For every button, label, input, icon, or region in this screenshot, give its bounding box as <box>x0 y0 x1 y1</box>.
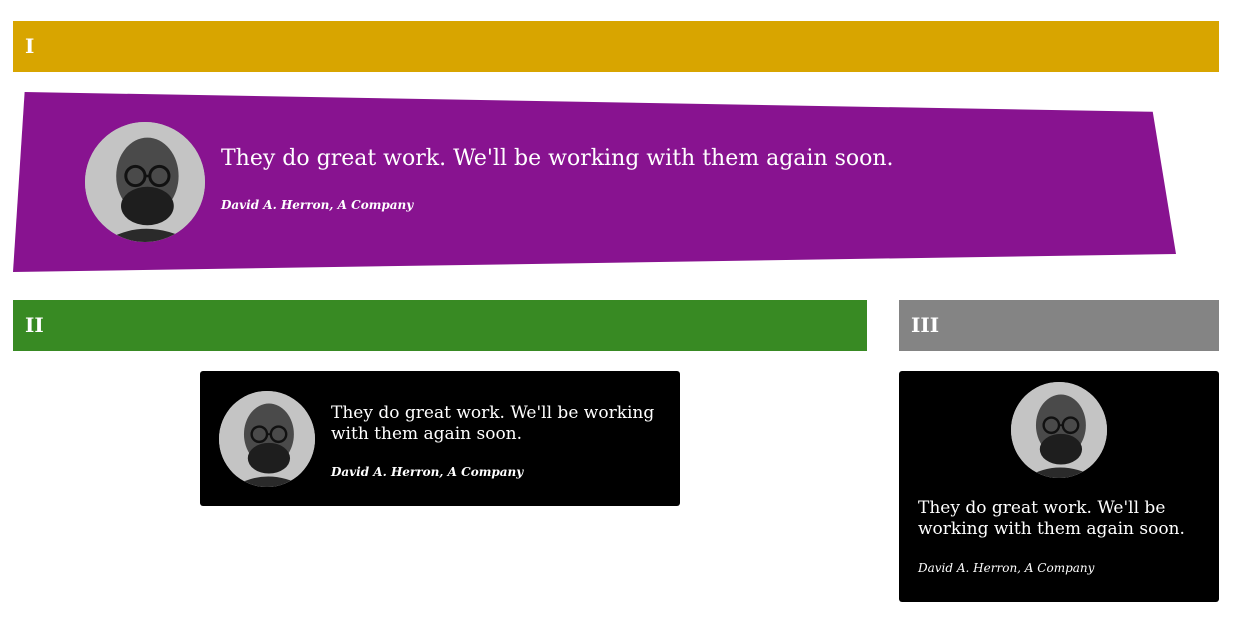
testimonial-author: David A. Herron, A Company <box>918 561 1095 575</box>
section-label-2: II <box>25 313 44 337</box>
section-header-2: II <box>13 300 867 351</box>
person-photo-icon <box>219 391 315 487</box>
avatar <box>1011 382 1107 478</box>
section-label-3: III <box>911 313 940 337</box>
section-header-3: III <box>899 300 1219 351</box>
testimonial-quote: They do great work. We'll be working wit… <box>221 146 894 171</box>
testimonial-author: David A. Herron, A Company <box>331 465 524 479</box>
section-header-1: I <box>13 21 1219 72</box>
testimonial-quote: They do great work. We'll be working wit… <box>331 403 655 444</box>
avatar <box>85 122 205 242</box>
testimonial-quote: They do great work. We'll be working wit… <box>918 498 1185 539</box>
person-photo-icon <box>85 122 205 242</box>
avatar <box>219 391 315 487</box>
person-photo-icon <box>1011 382 1107 478</box>
section-label-1: I <box>25 34 35 58</box>
testimonial-author: David A. Herron, A Company <box>221 198 414 212</box>
